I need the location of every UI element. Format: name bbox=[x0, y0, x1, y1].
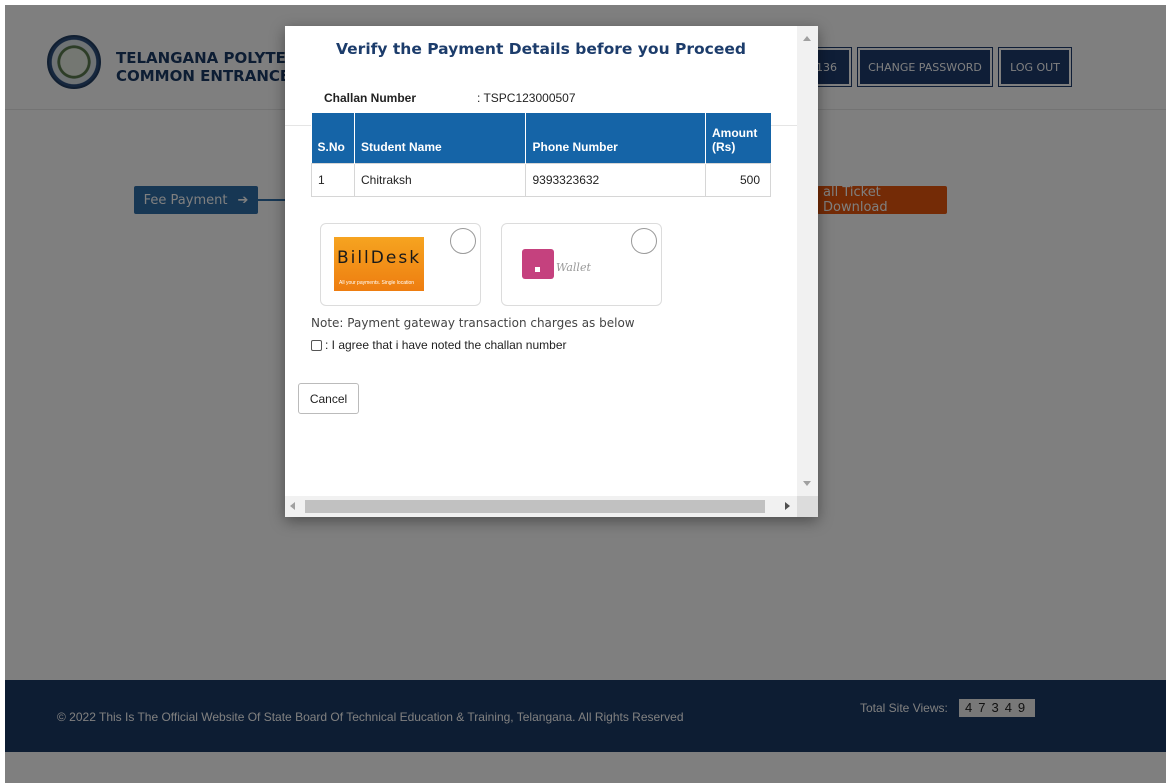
table-row: 1 Chitraksh 9393323632 500 bbox=[311, 162, 771, 197]
billdesk-logo: BillDesk All your payments. Single locat… bbox=[334, 237, 424, 291]
twallet-logo-text: Wallet bbox=[556, 261, 591, 274]
billdesk-logo-text: BillDesk bbox=[336, 248, 422, 268]
modal-horizontal-scrollbar[interactable] bbox=[285, 496, 797, 517]
billdesk-logo-tagline: All your payments. Single location bbox=[339, 280, 415, 286]
gateway-charges-note: Note: Payment gateway transaction charge… bbox=[311, 316, 635, 330]
challan-number-label: Challan Number bbox=[324, 91, 417, 105]
column-header-sno: S.No bbox=[311, 113, 355, 163]
agree-checkbox[interactable] bbox=[311, 339, 322, 351]
wallet-icon bbox=[522, 249, 554, 279]
modal-vertical-scrollbar[interactable] bbox=[797, 26, 818, 496]
column-header-amount: Amount (Rs) bbox=[705, 113, 771, 163]
horizontal-scroll-thumb[interactable] bbox=[305, 500, 765, 513]
modal-title: Verify the Payment Details before you Pr… bbox=[336, 40, 746, 58]
gateway-radio-twallet[interactable] bbox=[631, 228, 657, 254]
gateway-option-twallet[interactable]: Wallet bbox=[501, 223, 662, 306]
gateway-radio-billdesk[interactable] bbox=[450, 228, 476, 254]
table-header-row: S.No Student Name Phone Number Amount (R… bbox=[311, 113, 771, 163]
payment-details-table: S.No Student Name Phone Number Amount (R… bbox=[311, 113, 771, 197]
column-header-student-name: Student Name bbox=[354, 113, 527, 163]
scroll-up-arrow-icon[interactable] bbox=[803, 36, 811, 41]
cell-sno: 1 bbox=[311, 162, 355, 197]
agree-checkbox-label: : I agree that i have noted the challan … bbox=[325, 338, 567, 352]
scrollbar-corner bbox=[797, 496, 818, 517]
cell-student-name: Chitraksh bbox=[353, 162, 527, 197]
verify-payment-modal: Verify the Payment Details before you Pr… bbox=[285, 26, 818, 517]
cancel-button[interactable]: Cancel bbox=[298, 383, 359, 414]
scroll-right-arrow-icon[interactable] bbox=[785, 502, 790, 510]
scroll-down-arrow-icon[interactable] bbox=[803, 481, 811, 486]
challan-number-value: : TSPC123000507 bbox=[477, 91, 576, 105]
twallet-logo: Wallet bbox=[522, 249, 602, 283]
cell-amount: 500 bbox=[705, 162, 771, 197]
agree-challan-checkbox-row[interactable]: : I agree that i have noted the challan … bbox=[311, 338, 567, 352]
column-header-phone-number: Phone Number bbox=[525, 113, 707, 163]
gateway-option-billdesk[interactable]: BillDesk All your payments. Single locat… bbox=[320, 223, 481, 306]
cell-phone-number: 9393323632 bbox=[525, 162, 707, 197]
scroll-left-arrow-icon[interactable] bbox=[290, 502, 295, 510]
